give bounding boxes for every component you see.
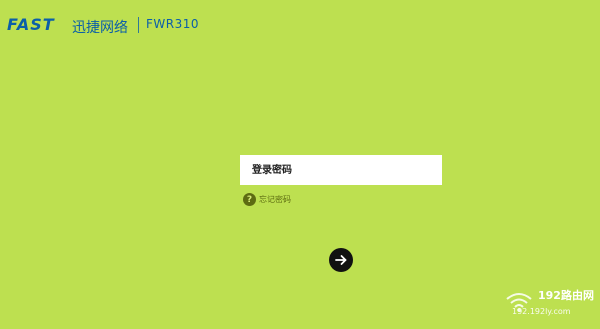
watermark: 192路由网 192.192ly.com xyxy=(504,285,594,325)
forgot-password-link[interactable]: ? 忘记密码 xyxy=(243,193,291,206)
header-divider xyxy=(138,17,139,33)
login-submit-button[interactable] xyxy=(329,248,353,272)
brand-logo: FAST xyxy=(7,15,55,34)
model-name: FWR310 xyxy=(146,17,200,31)
brand-name: 迅捷网络 xyxy=(72,20,128,36)
forgot-password-label: 忘记密码 xyxy=(259,195,291,204)
watermark-url: 192.192ly.com xyxy=(512,307,571,316)
arrow-right-icon xyxy=(335,255,347,265)
question-icon: ? xyxy=(243,193,256,206)
password-input[interactable] xyxy=(240,155,442,185)
header: FAST 迅捷网络 FWR310 xyxy=(0,0,600,54)
watermark-text: 192路由网 xyxy=(538,289,594,302)
